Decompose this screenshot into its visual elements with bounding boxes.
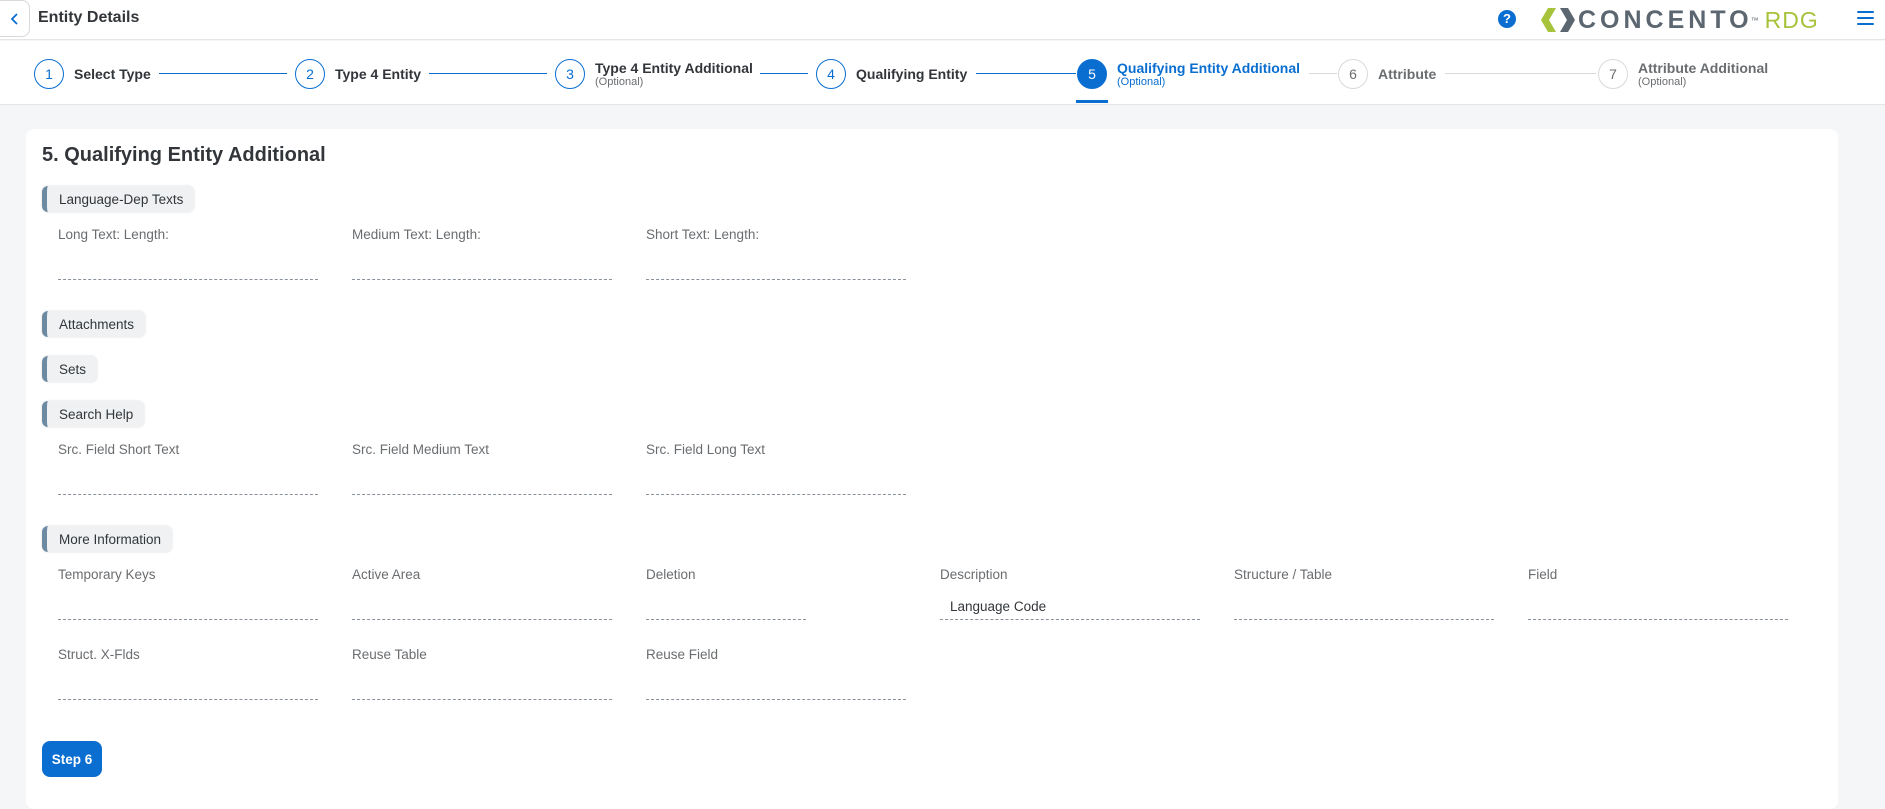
temporary-keys-input[interactable] [58, 594, 318, 620]
logo-mark-icon [1541, 8, 1575, 32]
field-name-input[interactable] [1528, 594, 1788, 620]
wizard-step-4[interactable]: 4 Qualifying Entity [816, 58, 967, 90]
shell-header: Entity Details ? CONCENTO ™ RDG [0, 0, 1885, 40]
struct-x-flds-input[interactable] [58, 674, 318, 700]
field-label: Src. Field Long Text [646, 442, 766, 457]
hamburger-menu-icon[interactable] [1857, 11, 1874, 27]
step-optional-note: (Optional) [1117, 76, 1166, 88]
logo-name: CONCENTO [1578, 6, 1753, 34]
step-label: Attribute Additional [1638, 60, 1769, 76]
step-label: Type 4 Entity Additional [595, 60, 753, 76]
step-number: 6 [1338, 59, 1368, 89]
short-text-length-field: Short Text: Length: [646, 227, 906, 280]
medium-text-length-input[interactable] [352, 254, 612, 280]
step-label: Qualifying Entity [856, 66, 968, 82]
field-label: Temporary Keys [58, 567, 156, 582]
step-number: 7 [1598, 59, 1628, 89]
struct-x-flds-field: Struct. X-Flds [58, 647, 318, 700]
concento-logo: CONCENTO ™ RDG [1540, 6, 1819, 34]
group-attachments[interactable]: Attachments [42, 311, 146, 337]
wizard-step-2[interactable]: 2 Type 4 Entity [295, 58, 421, 90]
long-text-length-input[interactable] [58, 254, 318, 280]
step-number: 5 [1077, 59, 1107, 89]
wizard-step-7[interactable]: 7 Attribute Additional (Optional) [1598, 58, 1768, 90]
medium-text-length-field: Medium Text: Length: [352, 227, 612, 280]
step-optional-note: (Optional) [595, 76, 644, 88]
step-label: Type 4 Entity [335, 66, 422, 82]
field-label: Field [1528, 567, 1558, 582]
field-label: Medium Text: Length: [352, 227, 481, 242]
long-text-length-field: Long Text: Length: [58, 227, 318, 280]
reuse-field-input[interactable] [646, 674, 906, 700]
wizard-step-6[interactable]: 6 Attribute [1338, 58, 1436, 90]
field-name-field: Field [1528, 567, 1788, 620]
field-label: Src. Field Medium Text [352, 442, 490, 457]
src-field-medium-text-input[interactable] [352, 469, 612, 495]
field-label: Reuse Table [352, 647, 427, 662]
field-label: Deletion [646, 567, 696, 582]
field-label: Struct. X-Flds [58, 647, 140, 662]
group-language-dep-texts[interactable]: Language-Dep Texts [42, 186, 195, 212]
step-number: 3 [555, 59, 585, 89]
description-input[interactable]: Language Code [940, 594, 1200, 620]
wizard-step-1[interactable]: 1 Select Type [34, 58, 151, 90]
temporary-keys-field: Temporary Keys [58, 567, 318, 620]
logo-suffix: RDG [1764, 7, 1819, 33]
step-connector [429, 73, 547, 74]
field-label: Short Text: Length: [646, 227, 760, 242]
active-step-indicator [1076, 100, 1108, 103]
app-title: Entity Details [38, 9, 140, 26]
step-connector [159, 73, 287, 74]
field-label: Active Area [352, 567, 421, 582]
field-label: Structure / Table [1234, 567, 1333, 582]
deletion-input[interactable] [646, 594, 806, 620]
step-connector [760, 73, 808, 74]
short-text-length-input[interactable] [646, 254, 906, 280]
active-area-input[interactable] [352, 594, 612, 620]
reuse-table-field: Reuse Table [352, 647, 612, 700]
group-search-help[interactable]: Search Help [42, 401, 145, 427]
step-number: 4 [816, 59, 846, 89]
field-label: Src. Field Short Text [58, 442, 180, 457]
form-card: 5. Qualifying Entity Additional Language… [26, 129, 1838, 809]
chevron-left-icon [10, 12, 18, 25]
step-connector [1445, 73, 1596, 74]
help-icon[interactable]: ? [1498, 10, 1516, 28]
logo-trademark: ™ [1750, 15, 1759, 25]
group-sets[interactable]: Sets [42, 356, 98, 382]
field-label: Long Text: Length: [58, 227, 169, 242]
wizard-step-5[interactable]: 5 Qualifying Entity Additional (Optional… [1077, 58, 1300, 90]
page-title: 5. Qualifying Entity Additional [42, 144, 326, 166]
step-connector [1309, 73, 1337, 74]
reuse-table-input[interactable] [352, 674, 612, 700]
structure-table-input[interactable] [1234, 594, 1494, 620]
next-step-button[interactable]: Step 6 [42, 741, 102, 777]
field-label: Reuse Field [646, 647, 719, 662]
src-field-short-text-input[interactable] [58, 469, 318, 495]
step-connector [976, 73, 1076, 74]
src-field-long-text-input[interactable] [646, 469, 906, 495]
step-number: 1 [34, 59, 64, 89]
reuse-field-field: Reuse Field [646, 647, 906, 700]
src-field-medium-text-field: Src. Field Medium Text [352, 442, 612, 495]
step-optional-note: (Optional) [1638, 76, 1687, 88]
wizard-progress: 1 Select Type 2 Type 4 Entity 3 Type 4 E… [0, 41, 1885, 105]
step-number: 2 [295, 59, 325, 89]
src-field-long-text-field: Src. Field Long Text [646, 442, 906, 495]
group-more-information[interactable]: More Information [42, 526, 173, 552]
src-field-short-text-field: Src. Field Short Text [58, 442, 318, 495]
wizard-step-3[interactable]: 3 Type 4 Entity Additional (Optional) [555, 58, 753, 90]
step-label: Attribute [1378, 66, 1437, 82]
structure-table-field: Structure / Table [1234, 567, 1494, 620]
description-field: Description Language Code [940, 567, 1200, 620]
step-label: Qualifying Entity Additional [1117, 60, 1301, 76]
deletion-field: Deletion [646, 567, 906, 620]
field-label: Description [940, 567, 1008, 582]
active-area-field: Active Area [352, 567, 612, 620]
step-label: Select Type [74, 66, 151, 82]
back-button[interactable] [0, 0, 30, 37]
